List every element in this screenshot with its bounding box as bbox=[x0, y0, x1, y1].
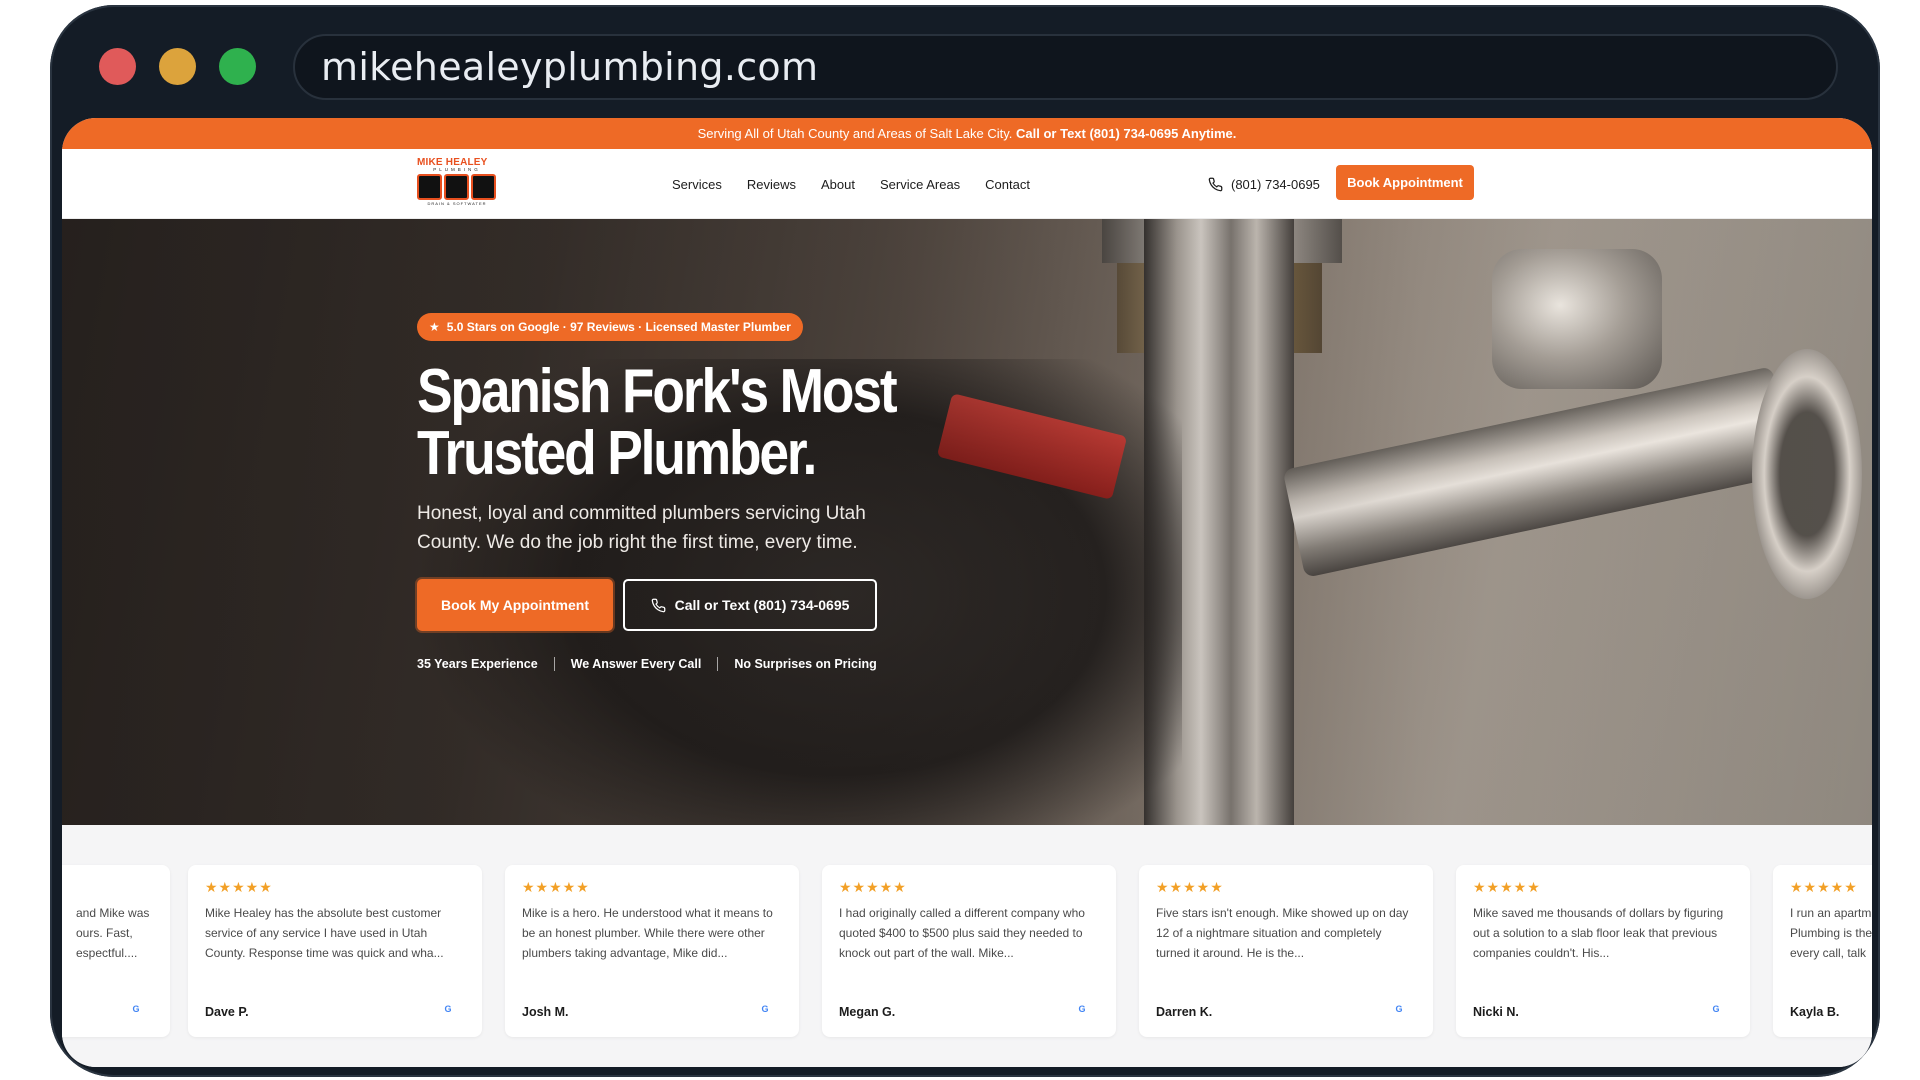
hero-features: 35 Years Experience We Answer Every Call… bbox=[417, 657, 937, 671]
webpage: Serving All of Utah County and Areas of … bbox=[62, 118, 1872, 1067]
close-window-button[interactable] bbox=[99, 48, 136, 85]
main-nav: Services Reviews About Service Areas Con… bbox=[672, 149, 1030, 219]
review-text: Five stars isn't enough. Mike showed up … bbox=[1156, 906, 1409, 960]
announcement-text: Serving All of Utah County and Areas of … bbox=[697, 126, 1013, 141]
review-card[interactable]: ★★★★★ Five stars isn't enough. Mike show… bbox=[1139, 865, 1433, 1037]
feature-experience: 35 Years Experience bbox=[417, 657, 538, 671]
review-text: Mike saved me thousands of dollars by fi… bbox=[1473, 906, 1724, 960]
nav-contact[interactable]: Contact bbox=[985, 177, 1030, 192]
nav-about[interactable]: About bbox=[821, 177, 855, 192]
hero-section: ★ 5.0 Stars on Google · 97 Reviews · Lic… bbox=[62, 219, 1872, 825]
google-icon: G bbox=[1712, 1004, 1720, 1014]
review-author: Megan G. bbox=[839, 1005, 896, 1019]
star-rating: ★★★★★ bbox=[839, 879, 907, 895]
hero-actions: Book My Appointment Call or Text (801) 7… bbox=[417, 579, 937, 631]
review-card[interactable]: ★★★★★ Mike is a hero. He understood what… bbox=[505, 865, 799, 1037]
hero-title-line1: Spanish Fork's Most bbox=[417, 357, 898, 426]
review-text: I run an apartm Plumbing is the every ca… bbox=[1790, 906, 1872, 960]
review-text: I had originally called a different comp… bbox=[839, 906, 1085, 960]
nav-reviews[interactable]: Reviews bbox=[747, 177, 796, 192]
star-rating: ★★★★★ bbox=[1473, 879, 1541, 895]
google-icon: G bbox=[444, 1004, 452, 1014]
feature-divider bbox=[717, 657, 719, 671]
review-card[interactable]: ★★★★★ and Mike was ours. Fast, espectful… bbox=[62, 865, 170, 1037]
hero-title-line2: Trusted Plumber. bbox=[417, 419, 817, 488]
reviews-carousel[interactable]: ★★★★★ and Mike was ours. Fast, espectful… bbox=[62, 825, 1872, 1067]
rating-badge-text: 5.0 Stars on Google · 97 Reviews · Licen… bbox=[446, 320, 791, 334]
hero-title: Spanish Fork's Most Trusted Plumber. bbox=[417, 361, 899, 485]
star-rating: ★★★★★ bbox=[1156, 879, 1224, 895]
review-card[interactable]: ★★★★★ I run an apartm Plumbing is the ev… bbox=[1773, 865, 1872, 1037]
google-icon: G bbox=[761, 1004, 769, 1014]
review-author: Nicki N. bbox=[1473, 1005, 1519, 1019]
address-bar[interactable]: mikehealeyplumbing.com bbox=[293, 34, 1838, 100]
announcement-bar: Serving All of Utah County and Areas of … bbox=[62, 118, 1872, 149]
star-rating: ★★★★★ bbox=[1790, 879, 1858, 895]
minimize-window-button[interactable] bbox=[159, 48, 196, 85]
maximize-window-button[interactable] bbox=[219, 48, 256, 85]
review-author: Dave P. bbox=[205, 1005, 249, 1019]
review-text: and Mike was ours. Fast, espectful.... bbox=[76, 906, 150, 960]
call-or-text-label: Call or Text (801) 734-0695 bbox=[674, 597, 850, 613]
site-logo[interactable]: MIKE HEALEY PLUMBING DRAIN & SOFTWATER bbox=[417, 157, 497, 211]
star-icon: ★ bbox=[429, 320, 440, 334]
review-author: Darren K. bbox=[1156, 1005, 1213, 1019]
star-rating: ★★★★★ bbox=[522, 879, 590, 895]
hero-description: Honest, loyal and committed plumbers ser… bbox=[417, 503, 866, 553]
hero-content: ★ 5.0 Stars on Google · 97 Reviews · Lic… bbox=[417, 313, 937, 671]
nav-services[interactable]: Services bbox=[672, 177, 722, 192]
phone-icon bbox=[1208, 177, 1223, 191]
google-icon: G bbox=[1078, 1004, 1086, 1014]
header-phone-number: (801) 734-0695 bbox=[1231, 176, 1320, 192]
feature-answer-calls: We Answer Every Call bbox=[570, 657, 702, 671]
logo-mark bbox=[417, 174, 497, 200]
logo-tagline: DRAIN & SOFTWATER bbox=[427, 201, 487, 206]
call-or-text-button[interactable]: Call or Text (801) 734-0695 bbox=[623, 579, 877, 631]
star-rating: ★★★★★ bbox=[205, 879, 273, 895]
review-author: Kayla B. bbox=[1790, 1005, 1840, 1019]
review-card[interactable]: ★★★★★ I had originally called a differen… bbox=[822, 865, 1116, 1037]
feature-pricing: No Surprises on Pricing bbox=[734, 657, 877, 671]
site-header: MIKE HEALEY PLUMBING DRAIN & SOFTWATER S… bbox=[62, 149, 1872, 219]
review-author: Josh M. bbox=[522, 1005, 569, 1019]
window-controls bbox=[99, 48, 256, 85]
review-card[interactable]: ★★★★★ Mike saved me thousands of dollars… bbox=[1456, 865, 1750, 1037]
feature-divider bbox=[553, 657, 555, 671]
phone-icon bbox=[651, 598, 665, 612]
book-appointment-button[interactable]: Book Appointment bbox=[1336, 165, 1474, 200]
announcement-cta[interactable]: Call or Text (801) 734-0695 Anytime. bbox=[1016, 126, 1236, 141]
review-text: Mike Healey has the absolute best custom… bbox=[205, 906, 444, 960]
book-my-appointment-button[interactable]: Book My Appointment bbox=[417, 579, 613, 631]
google-icon: G bbox=[1395, 1004, 1403, 1014]
rating-badge: ★ 5.0 Stars on Google · 97 Reviews · Lic… bbox=[417, 313, 803, 341]
nav-service-areas[interactable]: Service Areas bbox=[880, 177, 960, 192]
header-phone-link[interactable]: (801) 734-0695 bbox=[1208, 149, 1320, 219]
google-icon: G bbox=[132, 1004, 140, 1014]
review-card[interactable]: ★★★★★ Mike Healey has the absolute best … bbox=[188, 865, 482, 1037]
review-text: Mike is a hero. He understood what it me… bbox=[522, 906, 773, 960]
